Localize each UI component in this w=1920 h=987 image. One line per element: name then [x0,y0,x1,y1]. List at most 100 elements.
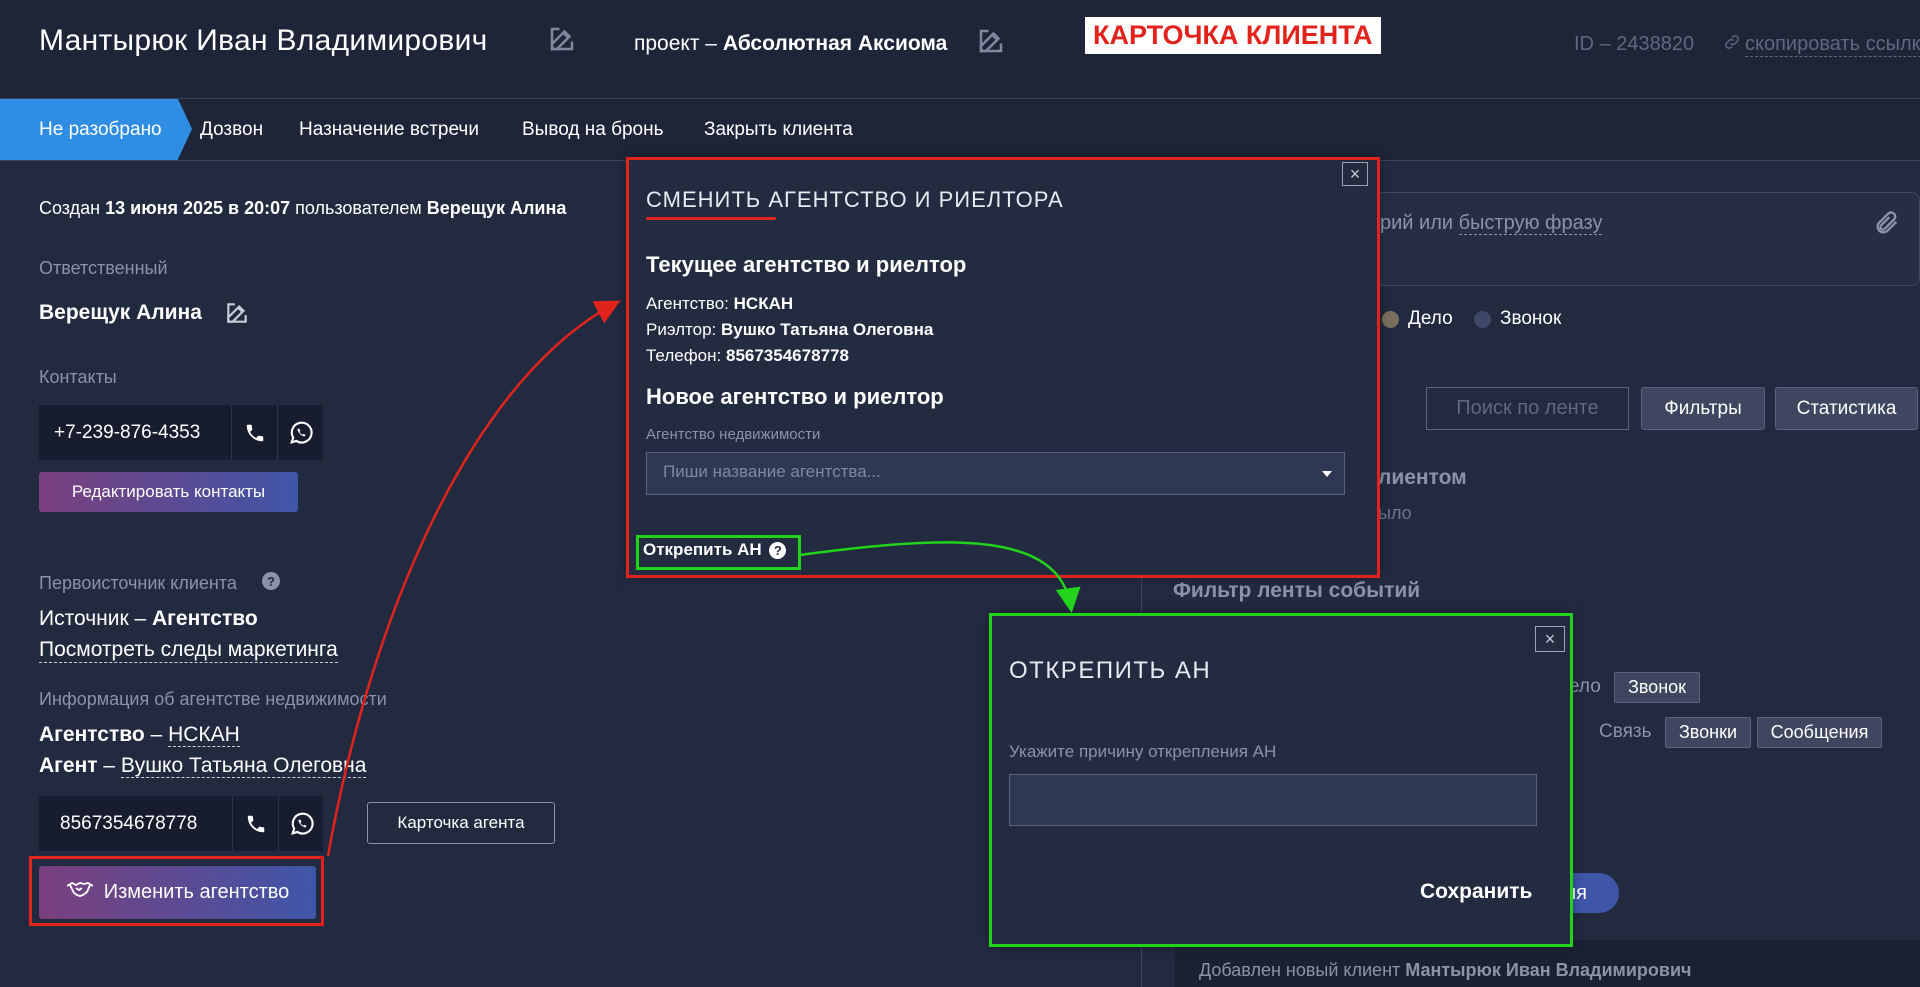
stage-tab-dial[interactable]: Дозвон [200,119,263,141]
reason-label: Укажите причину открепления АН [1009,742,1277,761]
project-label: проект – Абсолютная Аксиома [634,32,947,56]
event-row: Добавлен новый клиент Мантырюк Иван Влад… [1175,940,1920,987]
feed-search-placeholder: Поиск по ленте [1456,397,1599,419]
current-phone-line: Телефон: 8567354678778 [646,346,849,366]
current-realtor-label: Риэлтор: [646,320,722,339]
agency-dash: – [144,723,169,746]
close-icon[interactable]: × [1342,162,1368,186]
card-title-label: КАРТОЧКА КЛИЕНТА [1085,17,1381,54]
project-name: Абсолютная Аксиома [722,32,948,55]
link-icon [1723,32,1741,57]
tag-call-label: Звонок [1627,677,1687,697]
current-agency-value: НСКАН [733,294,794,313]
tag-calls-label: Звонки [1678,722,1738,742]
stage-tab-unsorted[interactable]: Не разобрано [39,119,162,141]
radio-call-label: Звонок [1500,308,1562,329]
feed-search-input[interactable]: Поиск по ленте [1426,387,1629,430]
agent-line: Агент – Вушко Татьяна Олеговна [39,754,367,778]
client-id: ID – 2438820 [1574,33,1695,55]
help-icon[interactable]: ? [262,572,280,590]
client-phone-box: +7-239-876-4353 [39,405,323,460]
reason-input[interactable] [1009,774,1537,826]
phone-call-icon[interactable] [231,405,278,460]
edit-name-icon[interactable] [547,24,577,59]
agency-select-placeholder: Пиши название агентства... [663,462,881,481]
agency-link[interactable]: НСКАН [168,723,240,747]
comment-placeholder-tail: рий или [1380,212,1459,234]
stage-tab-meeting[interactable]: Назначение встречи [299,119,479,141]
save-label: Сохранить [1420,880,1533,903]
copy-link[interactable]: скопировать ссылку [1745,33,1920,57]
current-realtor-value: Вушко Татьяна Олеговна [721,320,934,339]
current-realtor-line: Риэлтор: Вушко Татьяна Олеговна [646,320,933,340]
agent-dash: – [97,754,121,777]
tag-messages[interactable]: Сообщения [1757,717,1882,748]
agency-prefix: Агентство [39,723,145,746]
agent-prefix: Агент [39,754,98,777]
agent-link[interactable]: Вушко Татьяна Олеговна [120,754,367,778]
agent-card-button[interactable]: Карточка агента [367,802,555,844]
agent-phone: 8567354678778 [60,813,198,834]
filters-button[interactable]: Фильтры [1641,387,1765,430]
current-agency-label: Агентство: [646,294,734,313]
current-phone-value: 8567354678778 [725,346,849,365]
title-underline [646,217,776,220]
agent-phone-call-icon[interactable] [232,796,279,851]
tag-call[interactable]: Звонок [1614,672,1700,703]
edit-contacts-label: Редактировать контакты [71,482,266,501]
created-by: Верещук Алина [426,198,567,218]
agent-card-label: Карточка агента [397,813,525,832]
modal-agency-title: СМЕНИТЬ АГЕНТСТВО И РИЕЛТОРА [646,187,1064,212]
client-section-note: ыло [1378,503,1412,523]
client-section-heading: лиентом [1378,466,1467,489]
project-prefix: проект – [634,32,723,55]
whatsapp-icon[interactable] [277,405,324,460]
stage-tab-close[interactable]: Закрыть клиента [704,119,853,141]
event-client: Мантырюк Иван Владимирович [1405,960,1692,980]
edit-contacts-button[interactable]: Редактировать контакты [39,472,298,512]
agency-info-label: Информация об агентстве недвижимости [39,689,387,709]
tag-calls[interactable]: Звонки [1665,717,1751,748]
created-prefix: Создан [39,198,106,218]
red-arrow [326,300,621,857]
event-text: Добавлен новый клиент Мантырюк Иван Влад… [1199,960,1691,981]
chevron-down-icon[interactable] [1322,471,1332,477]
current-phone-label: Телефон: [646,346,726,365]
responsible-label: Ответственный [39,258,168,278]
new-agency-heading: Новое агентство и риелтор [646,384,944,409]
radio-call[interactable] [1474,311,1491,328]
agency-line: Агентство – НСКАН [39,723,240,747]
client-card-header: Мантырюк Иван Владимирович проект – Абсо… [0,0,1920,99]
source-prefix: Источник – [39,607,152,630]
source-label-text: Первоисточник клиента [39,573,237,593]
change-agency-highlight [29,856,324,926]
contacts-label: Контакты [39,367,117,387]
source-label: Первоисточник клиента [39,573,237,594]
client-phone: +7-239-876-4353 [54,422,201,443]
marketing-traces-link[interactable]: Посмотреть следы маркетинга [39,638,338,663]
created-date: 13 июня 2025 в 20:07 [105,198,291,218]
quick-phrase-link[interactable]: быструю фразу [1458,212,1603,235]
agent-phone-box: 8567354678778 [39,796,323,851]
statistics-label: Статистика [1796,397,1897,419]
created-info: Создан 13 июня 2025 в 20:07 пользователе… [39,198,566,219]
agent-whatsapp-icon[interactable] [278,796,325,851]
tag-delo-partial: ело [1569,676,1601,697]
edit-responsible-icon[interactable] [224,300,250,331]
created-by-prefix: пользователем [290,198,427,218]
comment-placeholder: рий или быструю фразу [1380,212,1603,235]
radio-task-label: Дело [1408,308,1453,329]
radio-task[interactable] [1382,311,1399,328]
feed-filter-title: Фильтр ленты событий [1173,579,1421,602]
change-agency-modal: × СМЕНИТЬ АГЕНТСТВО И РИЕЛТОРА Текущее а… [628,159,1378,576]
client-name-text: Мантырюк Иван Владимирович [39,24,488,57]
event-prefix: Добавлен новый клиент [1199,960,1406,980]
close-icon[interactable]: × [1535,626,1565,652]
stage-tab-booking[interactable]: Вывод на бронь [522,119,663,141]
attach-icon[interactable] [1873,208,1901,243]
statistics-button[interactable]: Статистика [1775,387,1918,430]
save-button[interactable]: Сохранить [1420,880,1532,904]
current-agency-line: Агентство: НСКАН [646,294,793,314]
comment-input[interactable] [1340,192,1920,286]
edit-project-icon[interactable] [976,26,1006,61]
